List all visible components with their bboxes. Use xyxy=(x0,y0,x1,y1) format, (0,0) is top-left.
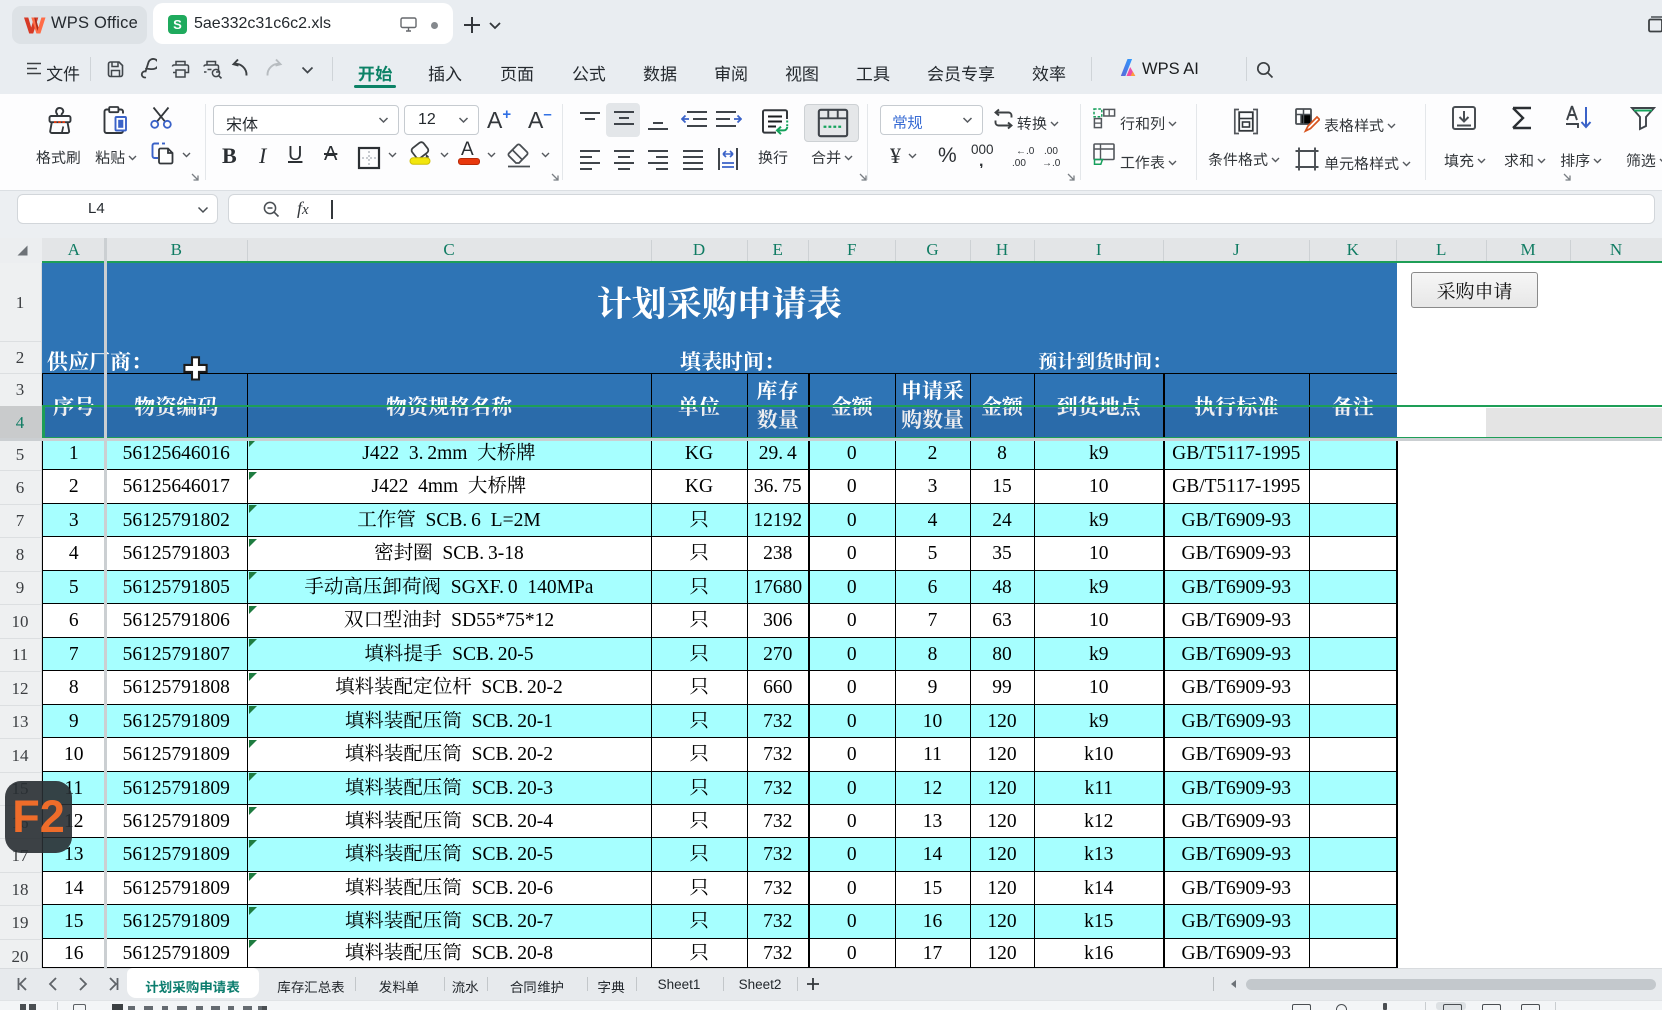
svg-text:←.0: ←.0 xyxy=(1016,146,1035,157)
svg-text:.00: .00 xyxy=(1012,158,1026,168)
svg-text:→.0: →.0 xyxy=(1042,158,1061,168)
svg-text:.00: .00 xyxy=(1044,146,1058,157)
svg-text:,: , xyxy=(979,153,983,168)
